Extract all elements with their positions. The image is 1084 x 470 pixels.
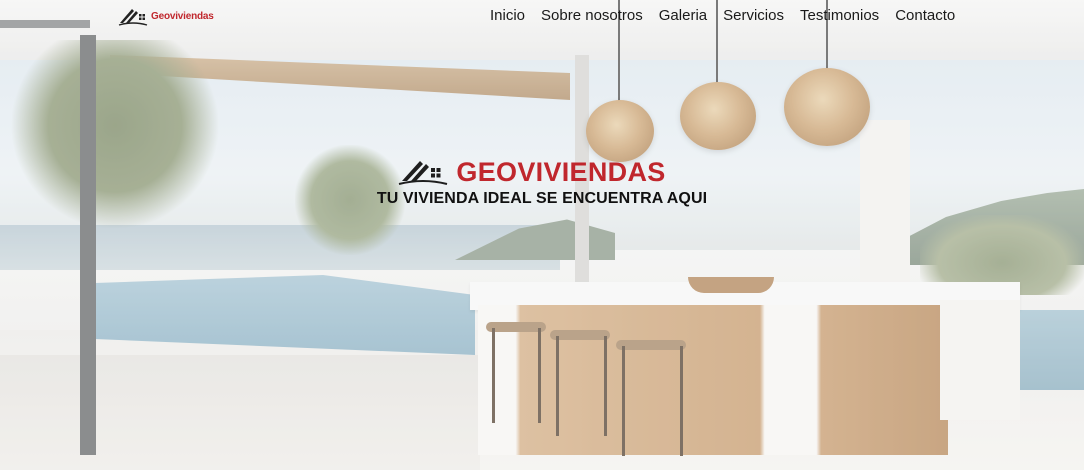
brand-title: GEOVIVIENDAS — [456, 157, 666, 187]
site-header: Geoviviendas Inicio Sobre nosotros Galer… — [0, 0, 1084, 34]
nav-galeria[interactable]: Galeria — [651, 6, 715, 26]
nav-servicios[interactable]: Servicios — [715, 6, 792, 26]
nav-contacto[interactable]: Contacto — [887, 6, 963, 26]
brand-row: GEOVIVIENDAS — [0, 155, 1084, 189]
logo-text: Geoviviendas — [151, 10, 214, 22]
hero-background — [0, 0, 1084, 470]
nav-testimonios[interactable]: Testimonios — [792, 6, 887, 26]
site-logo[interactable]: Geoviviendas — [118, 5, 214, 27]
hero-tagline: TU VIVIENDA IDEAL SE ENCUENTRA AQUI — [376, 190, 708, 207]
nav-inicio[interactable]: Inicio — [490, 6, 533, 26]
hero-brand: GEOVIVIENDAS TU VIVIENDA IDEAL SE ENCUEN… — [0, 155, 1084, 209]
house-roof-logo-icon — [399, 161, 448, 185]
house-roof-logo-icon — [118, 9, 148, 26]
main-nav: Inicio Sobre nosotros Galeria Servicios … — [490, 6, 963, 26]
nav-sobre-nosotros[interactable]: Sobre nosotros — [533, 6, 651, 26]
